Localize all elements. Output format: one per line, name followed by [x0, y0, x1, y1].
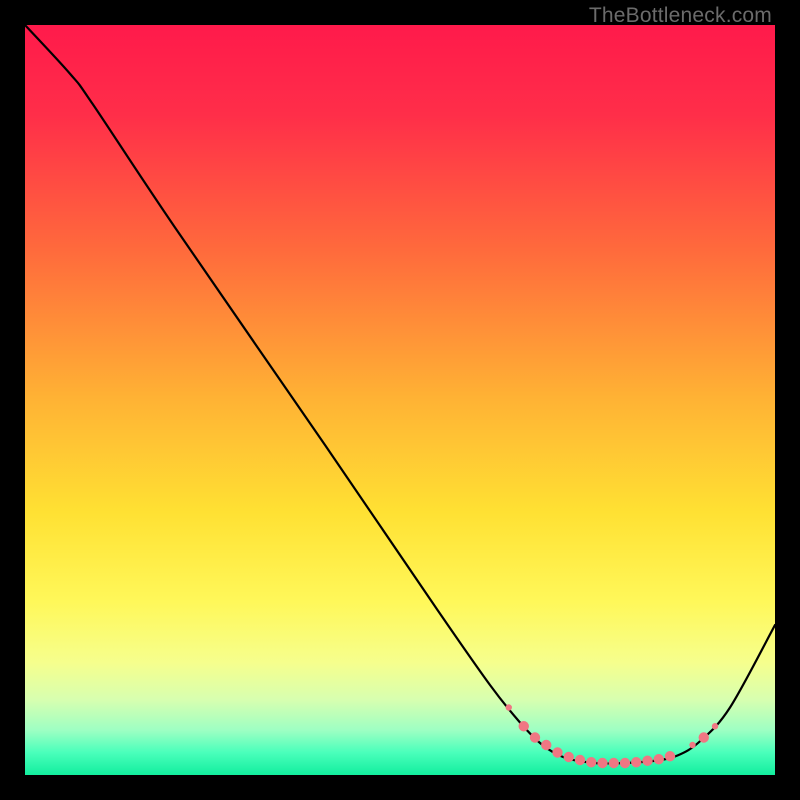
data-marker	[609, 758, 619, 768]
data-marker	[564, 752, 574, 762]
chart-frame	[25, 25, 775, 775]
data-marker	[654, 754, 664, 764]
data-marker	[530, 732, 540, 742]
data-marker	[642, 756, 652, 766]
data-marker	[506, 704, 512, 710]
data-marker	[699, 732, 709, 742]
data-marker	[575, 755, 585, 765]
data-marker	[665, 751, 675, 761]
data-marker	[631, 757, 641, 767]
bottleneck-chart	[25, 25, 775, 775]
data-marker	[586, 757, 596, 767]
data-marker	[712, 723, 718, 729]
data-marker	[689, 742, 695, 748]
gradient-background	[25, 25, 775, 775]
data-marker	[519, 721, 529, 731]
data-marker	[620, 758, 630, 768]
data-marker	[552, 747, 562, 757]
data-marker	[541, 740, 551, 750]
data-marker	[597, 758, 607, 768]
